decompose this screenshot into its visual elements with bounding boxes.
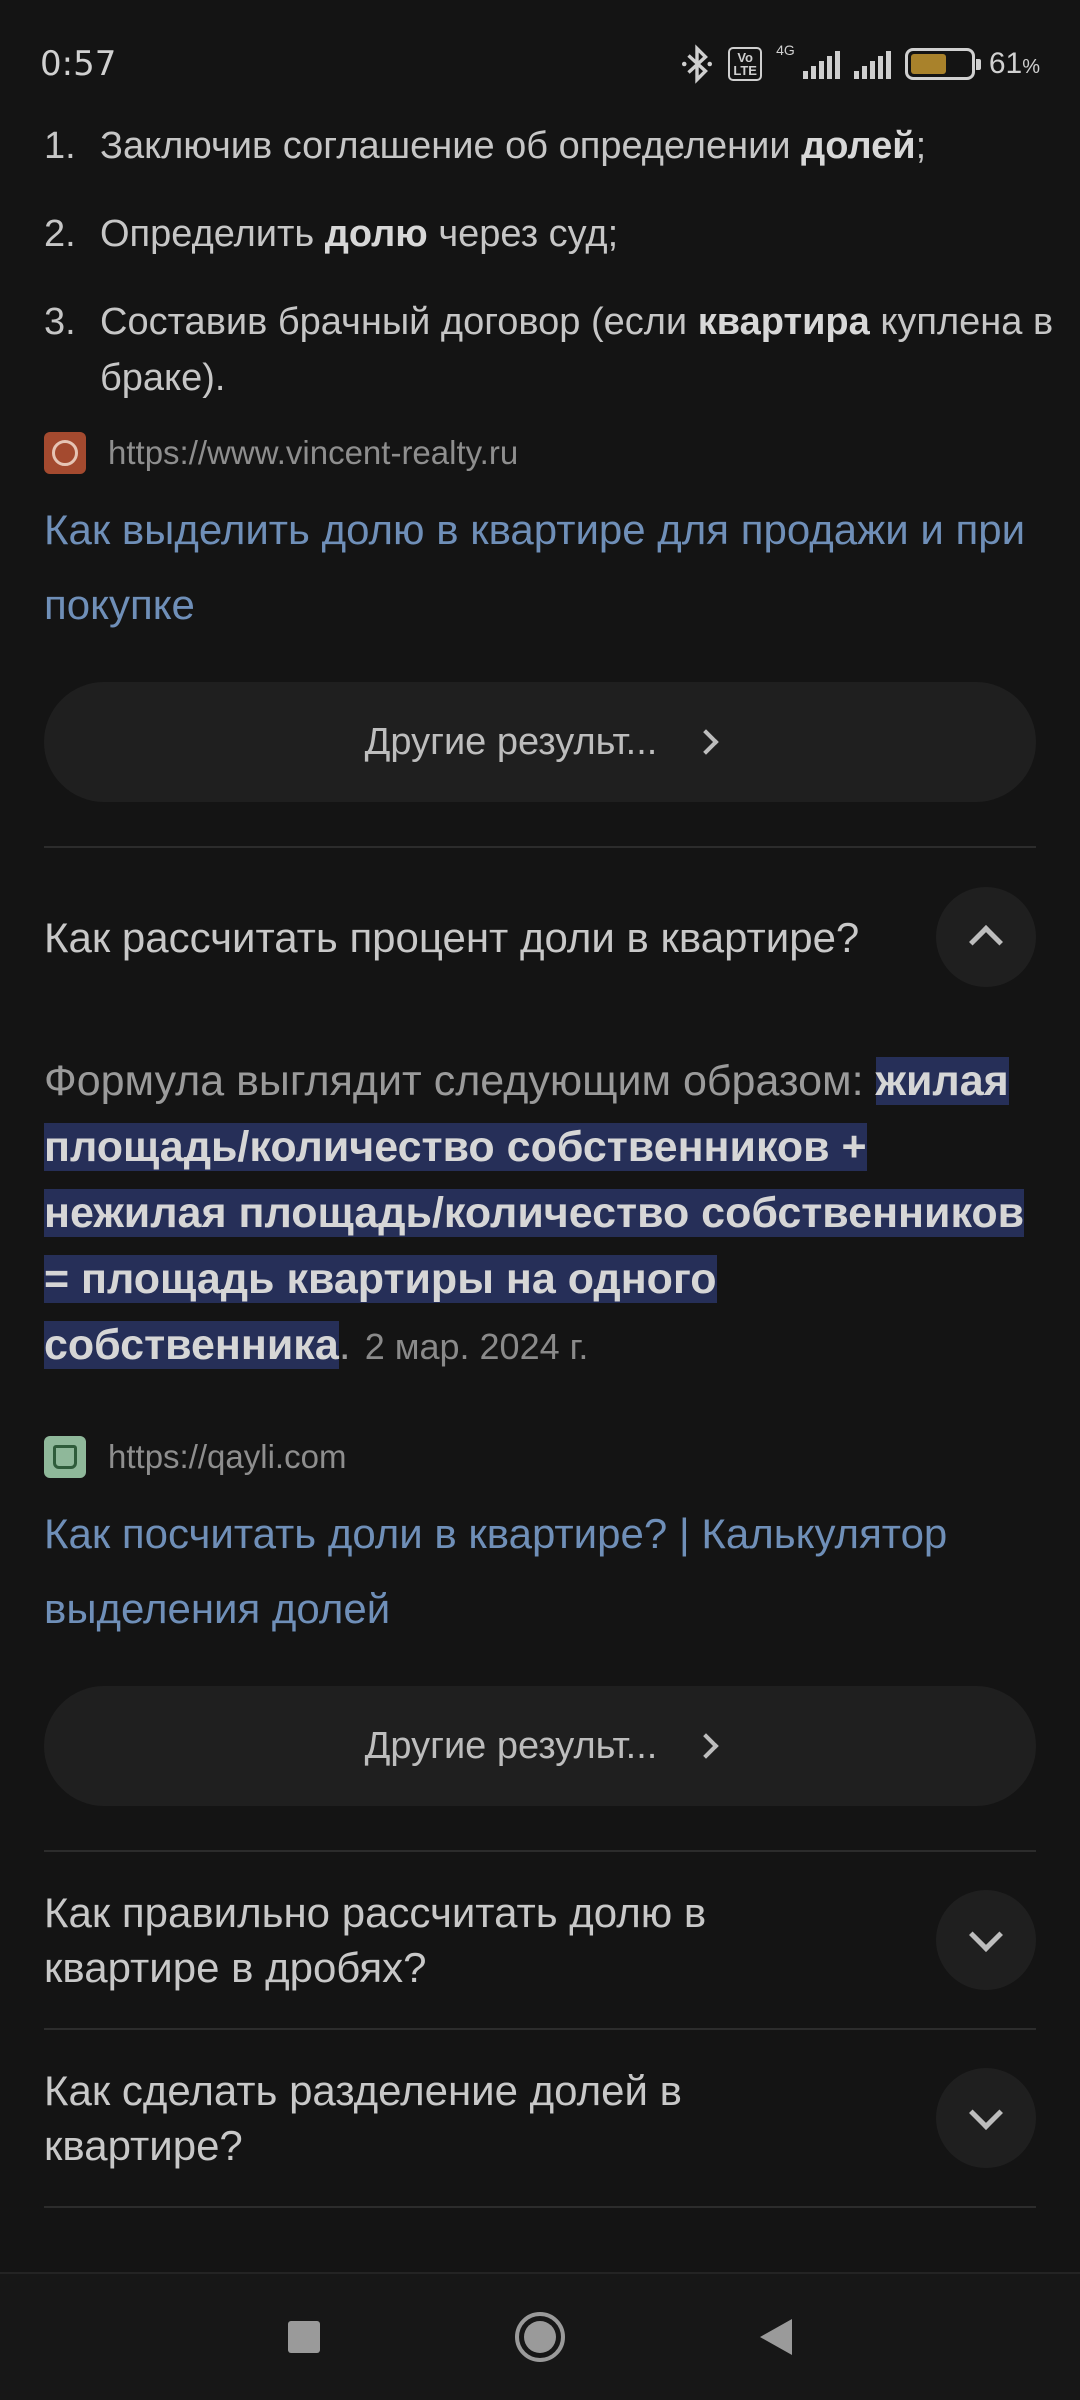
result-source[interactable]: https://qayli.com xyxy=(0,1432,1080,1482)
chevron-down-icon xyxy=(969,2096,1003,2130)
source-url: https://qayli.com xyxy=(108,1438,347,1475)
more-results-button[interactable]: Другие результ... xyxy=(44,1686,1036,1806)
chevron-down-icon xyxy=(969,1918,1003,1952)
search-results: 1. Заключив соглашение об определении до… xyxy=(0,118,1080,2208)
result-source[interactable]: https://www.vincent-realty.ru xyxy=(0,428,1080,478)
site-favicon-icon xyxy=(44,432,86,474)
list-item: 1. Заключив соглашение об определении до… xyxy=(44,125,927,167)
navigation-bar xyxy=(0,2272,1080,2400)
home-button[interactable] xyxy=(514,2312,565,2362)
faq-answer: Формула выглядит следующим образом: жила… xyxy=(44,1057,1025,1369)
status-time: 0:57 xyxy=(40,44,117,84)
network-type-label: 4G xyxy=(776,42,795,58)
battery-level-fill xyxy=(910,54,947,74)
source-url: https://www.vincent-realty.ru xyxy=(108,434,519,471)
status-icons: Vo LTE 4G 61% xyxy=(680,42,1040,84)
signal-icon xyxy=(853,49,891,79)
back-button[interactable] xyxy=(760,2319,793,2355)
faq-question[interactable]: Как сделать разделение долей в квартире? xyxy=(0,2030,1080,2206)
bluetooth-icon xyxy=(682,44,713,84)
recents-button[interactable] xyxy=(287,2321,320,2353)
more-results-button[interactable]: Другие результ... xyxy=(44,682,1036,802)
chevron-up-icon xyxy=(969,925,1003,959)
signal-icon xyxy=(802,49,840,79)
expand-button[interactable] xyxy=(936,1890,1036,1990)
battery-percent: 61% xyxy=(988,47,1040,80)
site-favicon-icon xyxy=(44,1436,86,1478)
chevron-right-icon xyxy=(693,1733,720,1759)
result-title-link[interactable]: Как посчитать доли в квартире? | Калькул… xyxy=(0,1496,1080,1646)
expand-button[interactable] xyxy=(936,2068,1036,2168)
list-item: 3. Составив брачный договор (если кварти… xyxy=(44,301,1054,399)
result-title-link[interactable]: Как выделить долю в квартире для продажи… xyxy=(0,492,1080,642)
faq-question[interactable]: Как правильно рассчитать долю в квартире… xyxy=(0,1852,1080,2028)
faq-question[interactable]: Как рассчитать процент доли в квартире? xyxy=(0,848,1080,1026)
status-bar: 0:57 Vo LTE 4G 61% xyxy=(0,0,1080,128)
snippet-list: 1. Заключив соглашение об определении до… xyxy=(0,118,1080,406)
collapse-button[interactable] xyxy=(936,887,1036,987)
chevron-right-icon xyxy=(693,729,720,755)
list-item: 2. Определить долю через суд; xyxy=(44,213,619,255)
volte-icon: Vo LTE xyxy=(728,47,763,81)
divider xyxy=(44,2206,1036,2208)
battery-icon xyxy=(904,48,981,80)
answer-date: 2 мар. 2024 г. xyxy=(364,1326,589,1367)
